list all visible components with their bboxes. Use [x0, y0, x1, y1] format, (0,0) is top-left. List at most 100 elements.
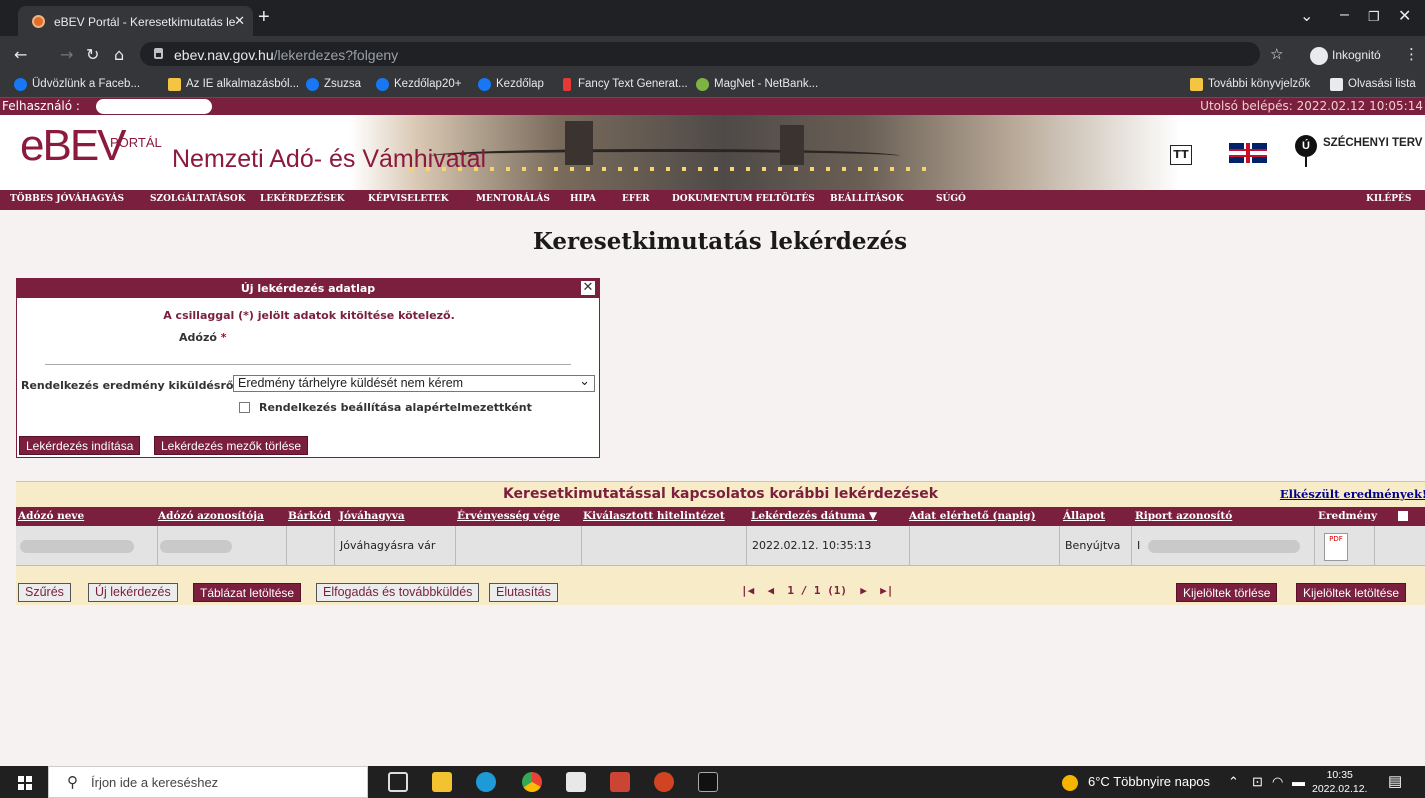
col-lekerdezes-datuma[interactable]: Lekérdezés dátuma ▼	[751, 510, 877, 522]
col-ervenyesseg[interactable]: Érvényesség vége	[457, 510, 560, 522]
select-all-checkbox[interactable]	[1398, 511, 1408, 521]
omnibox[interactable]: ebev.nav.gov.hu/lekerdezes?folgeny	[140, 42, 1260, 66]
task-view-icon[interactable]	[388, 772, 408, 792]
bookmark-item[interactable]: Üdvözlünk a Faceb...	[14, 78, 141, 91]
cc4-icon[interactable]	[610, 772, 630, 792]
menu-item-kepviseletek[interactable]: KÉPVISELETEK	[368, 194, 449, 204]
menu-item-szolgaltatasok[interactable]: SZOLGÁLTATÁSOK	[150, 194, 246, 204]
bookmark-item[interactable]: Kezdőlap	[478, 78, 544, 91]
tab-search-icon[interactable]: ⌄	[1300, 6, 1313, 26]
next-page-icon[interactable]: ▶	[860, 584, 867, 597]
font-size-icon[interactable]: TT	[1170, 145, 1192, 165]
delete-selected-button[interactable]: Kijelöltek törlése	[1176, 583, 1278, 602]
powerpoint-icon[interactable]	[654, 772, 674, 792]
reject-button[interactable]: Elutasítás	[489, 583, 558, 602]
portal-logo-text: PORTÁL	[110, 135, 162, 150]
clear-fields-button[interactable]: Lekérdezés mezők törlése	[154, 436, 309, 455]
bookmark-label: Olvasási lista	[1348, 78, 1416, 90]
col-jovahagyva[interactable]: Jóváhagyva	[339, 510, 405, 522]
previous-queries-panel: Keresetkimutatással kapcsolatos korábbi …	[16, 481, 1425, 605]
cell-barkod	[287, 526, 335, 566]
minimize-icon[interactable]: –	[1340, 6, 1349, 24]
col-adozo-neve[interactable]: Adózó neve	[18, 510, 84, 522]
java-icon[interactable]	[566, 772, 586, 792]
back-icon[interactable]: ←	[14, 45, 27, 64]
bookmark-item[interactable]: Fancy Text Generat...	[560, 78, 688, 91]
incognito-badge[interactable]: Inkognitó	[1306, 45, 1387, 67]
menu-item-tobbes[interactable]: TÖBBES JÓVÁHAGYÁS	[10, 194, 124, 204]
other-bookmarks[interactable]: További könyvjelzők	[1190, 78, 1310, 91]
file-explorer-icon[interactable]	[432, 772, 452, 792]
menu-item-beallitasok[interactable]: BEÁLLÍTÁSOK	[830, 194, 904, 204]
adozo-field[interactable]	[45, 364, 571, 365]
bookmark-label: Zsuzsa	[324, 78, 362, 90]
col-riport-azonosito[interactable]: Riport azonosító	[1135, 510, 1232, 522]
new-tab-icon[interactable]: +	[258, 6, 270, 29]
menu-item-sugo[interactable]: SÚGÓ	[936, 194, 966, 204]
new-query-button[interactable]: Új lekérdezés	[88, 583, 178, 602]
chrome-icon[interactable]	[522, 772, 542, 792]
col-barkod[interactable]: Bárkód	[288, 510, 331, 522]
maximize-icon[interactable]: ❐	[1368, 9, 1380, 25]
default-setting-checkbox[interactable]	[239, 402, 250, 413]
notifications-icon[interactable]: ▤	[1388, 772, 1402, 790]
edge-icon[interactable]	[476, 772, 496, 792]
reload-icon[interactable]: ↻	[86, 45, 99, 64]
col-allapot[interactable]: Állapot	[1063, 510, 1105, 522]
user-name-redacted	[96, 99, 212, 114]
menu-item-hipa[interactable]: HIPA	[570, 194, 596, 204]
close-window-icon[interactable]: ✕	[1398, 6, 1411, 26]
english-flag-icon[interactable]	[1229, 143, 1267, 163]
tray-chevron-icon[interactable]: ⌃	[1228, 774, 1239, 790]
facebook-icon	[478, 78, 491, 91]
bookmark-item[interactable]: Kezdőlap20+	[376, 78, 461, 91]
incognito-icon	[1310, 47, 1328, 65]
szechenyi-label: SZÉCHENYI TERV	[1323, 137, 1423, 149]
wifi-icon[interactable]: ◠	[1272, 774, 1283, 790]
weather-icon[interactable]	[1062, 775, 1078, 791]
pdf-icon[interactable]: PDF	[1324, 533, 1348, 561]
bookmark-item[interactable]: Az IE alkalmazásból...	[168, 78, 299, 91]
col-adat-elerheto[interactable]: Adat elérhető (napig)	[909, 510, 1036, 522]
first-page-icon[interactable]: |◀	[741, 584, 754, 597]
menu-item-dokumentum[interactable]: DOKUMENTUM FELTÖLTÉS	[672, 194, 815, 204]
menu-item-efer[interactable]: EFER	[622, 194, 650, 204]
menu-kebab-icon[interactable]: ⋮	[1404, 45, 1419, 63]
home-icon[interactable]: ⌂	[114, 45, 124, 64]
bookmark-item[interactable]: Zsuzsa	[306, 78, 362, 91]
table-row[interactable]: Jóváhagyásra vár 2022.02.12. 10:35:13 Be…	[16, 526, 1425, 566]
terminal-icon[interactable]	[698, 772, 718, 792]
download-selected-button[interactable]: Kijelöltek letöltése	[1296, 583, 1407, 602]
rendelkezes-select[interactable]: Eredmény tárhelyre küldését nem kérem	[233, 373, 595, 392]
menu-item-mentoralas[interactable]: MENTORÁLÁS	[476, 194, 550, 204]
prev-page-icon[interactable]: ◀	[768, 584, 775, 597]
cell-riport: I	[1132, 526, 1315, 566]
last-page-icon[interactable]: ▶|	[880, 584, 893, 597]
reading-list[interactable]: Olvasási lista	[1330, 78, 1416, 91]
weather-text[interactable]: 6°C Többnyire napos	[1088, 774, 1210, 789]
clock[interactable]: 10:35 2022.02.12.	[1312, 768, 1367, 796]
ready-results-link[interactable]: Elkészült eredmények!	[1280, 487, 1425, 501]
network-icon[interactable]: ⊡	[1252, 774, 1263, 790]
table-header: Adózó neve Adózó azonosítója Bárkód Jóvá…	[16, 507, 1425, 526]
logout-link[interactable]: KILÉPÉS	[1366, 194, 1411, 204]
bookmark-star-icon[interactable]: ☆	[1270, 45, 1283, 63]
ebev-logo[interactable]: eBEV	[20, 124, 127, 168]
accept-forward-button[interactable]: Elfogadás és továbbküldés	[316, 583, 480, 602]
filter-button[interactable]: Szűrés	[18, 583, 71, 602]
start-query-button[interactable]: Lekérdezés indítása	[19, 436, 141, 455]
forward-icon[interactable]: →	[60, 45, 73, 64]
bookmark-label: Üdvözlünk a Faceb...	[32, 78, 141, 90]
download-table-button[interactable]: Táblázat letöltése	[193, 583, 302, 602]
col-adozo-azonositoja[interactable]: Adózó azonosítója	[158, 510, 264, 522]
battery-icon[interactable]: ▬	[1292, 774, 1305, 789]
taskbar-search[interactable]: ⚲ Írjon ide a kereséshez	[48, 766, 368, 798]
browser-tab[interactable]: eBEV Portál - Keresetkimutatás le ✕	[18, 6, 253, 36]
col-hitelintezet[interactable]: Kiválasztott hitelintézet	[583, 510, 725, 522]
menu-item-lekerdezesek[interactable]: LEKÉRDEZÉSEK	[260, 194, 345, 204]
start-icon[interactable]	[18, 776, 32, 790]
close-tab-icon[interactable]: ✕	[234, 13, 245, 29]
page-title: Keresetkimutatás lekérdezés	[532, 228, 908, 255]
bookmark-item[interactable]: MagNet - NetBank...	[696, 78, 818, 91]
close-form-icon[interactable]: ✕	[581, 281, 595, 295]
